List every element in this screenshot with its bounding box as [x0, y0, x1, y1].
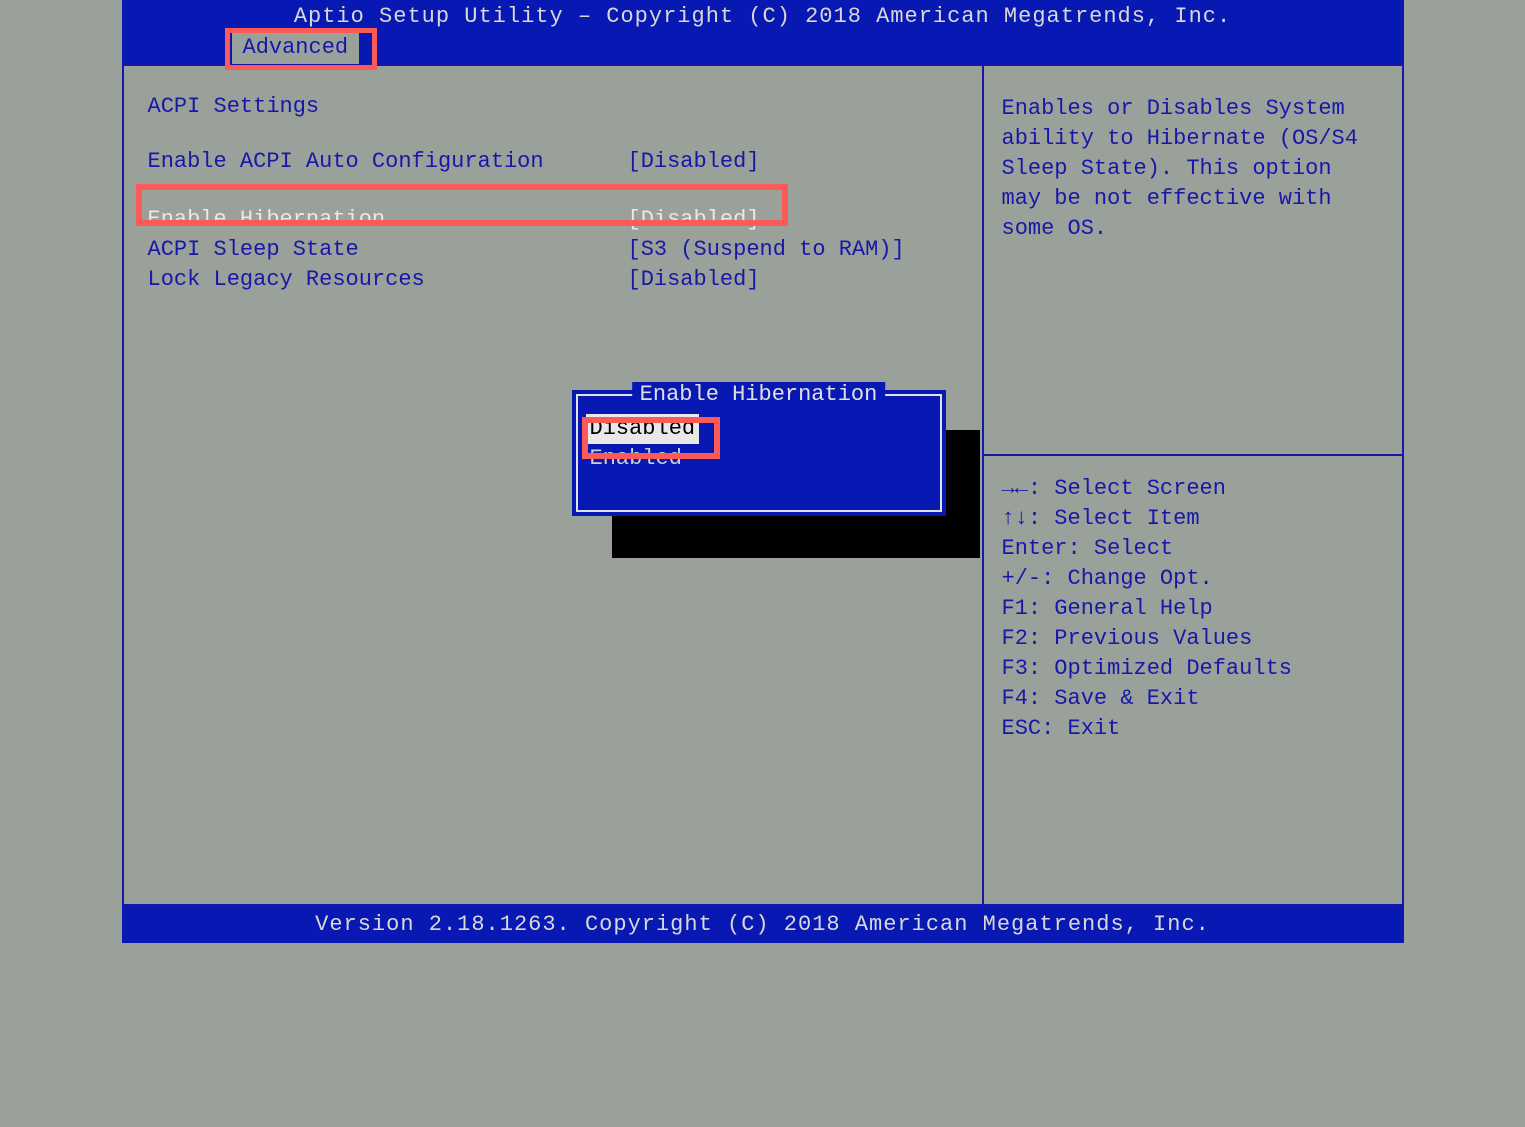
help-text: Enables or Disables System ability to Hi… — [1002, 94, 1384, 244]
key-help-list: →←: Select Screen ↑↓: Select Item Enter:… — [1002, 474, 1384, 744]
setting-enable-hibernation[interactable]: Enable Hibernation [Disabled] — [148, 205, 958, 235]
setting-acpi-auto-config[interactable]: Enable ACPI Auto Configuration [Disabled… — [148, 147, 958, 177]
setting-label: Enable ACPI Auto Configuration — [148, 147, 628, 177]
bios-header: Aptio Setup Utility – Copyright (C) 2018… — [122, 0, 1404, 64]
key-help-item: F3: Optimized Defaults — [1002, 654, 1384, 684]
setting-value: [Disabled] — [628, 265, 760, 295]
section-title: ACPI Settings — [148, 94, 958, 119]
tab-advanced[interactable]: Advanced — [232, 30, 360, 64]
setting-value: [Disabled] — [628, 205, 760, 235]
header-title: Aptio Setup Utility – Copyright (C) 2018… — [122, 0, 1404, 29]
setting-value: [S3 (Suspend to RAM)] — [628, 235, 905, 265]
setting-label: Lock Legacy Resources — [148, 265, 628, 295]
key-help-item: ESC: Exit — [1002, 714, 1384, 744]
popup-option-disabled[interactable]: Disabled — [586, 414, 700, 444]
key-help-item: F1: General Help — [1002, 594, 1384, 624]
setting-lock-legacy-resources[interactable]: Lock Legacy Resources [Disabled] — [148, 265, 958, 295]
key-help-item: F4: Save & Exit — [1002, 684, 1384, 714]
key-help-item: +/-: Change Opt. — [1002, 564, 1384, 594]
key-help-item: →←: Select Screen — [1002, 474, 1384, 504]
setting-acpi-sleep-state[interactable]: ACPI Sleep State [S3 (Suspend to RAM)] — [148, 235, 958, 265]
key-help-item: Enter: Select — [1002, 534, 1384, 564]
selection-popup: Enable Hibernation Disabled Enabled — [572, 390, 946, 516]
divider — [984, 454, 1402, 456]
setting-value: [Disabled] — [628, 147, 760, 177]
setting-label: Enable Hibernation — [148, 205, 628, 235]
key-help-item: ↑↓: Select Item — [1002, 504, 1384, 534]
popup-option-enabled[interactable]: Enabled — [586, 446, 686, 471]
footer: Version 2.18.1263. Copyright (C) 2018 Am… — [122, 906, 1404, 943]
key-help-item: F2: Previous Values — [1002, 624, 1384, 654]
help-panel: Enables or Disables System ability to Hi… — [982, 66, 1402, 904]
popup-title: Enable Hibernation — [632, 382, 886, 407]
setting-label: ACPI Sleep State — [148, 235, 628, 265]
